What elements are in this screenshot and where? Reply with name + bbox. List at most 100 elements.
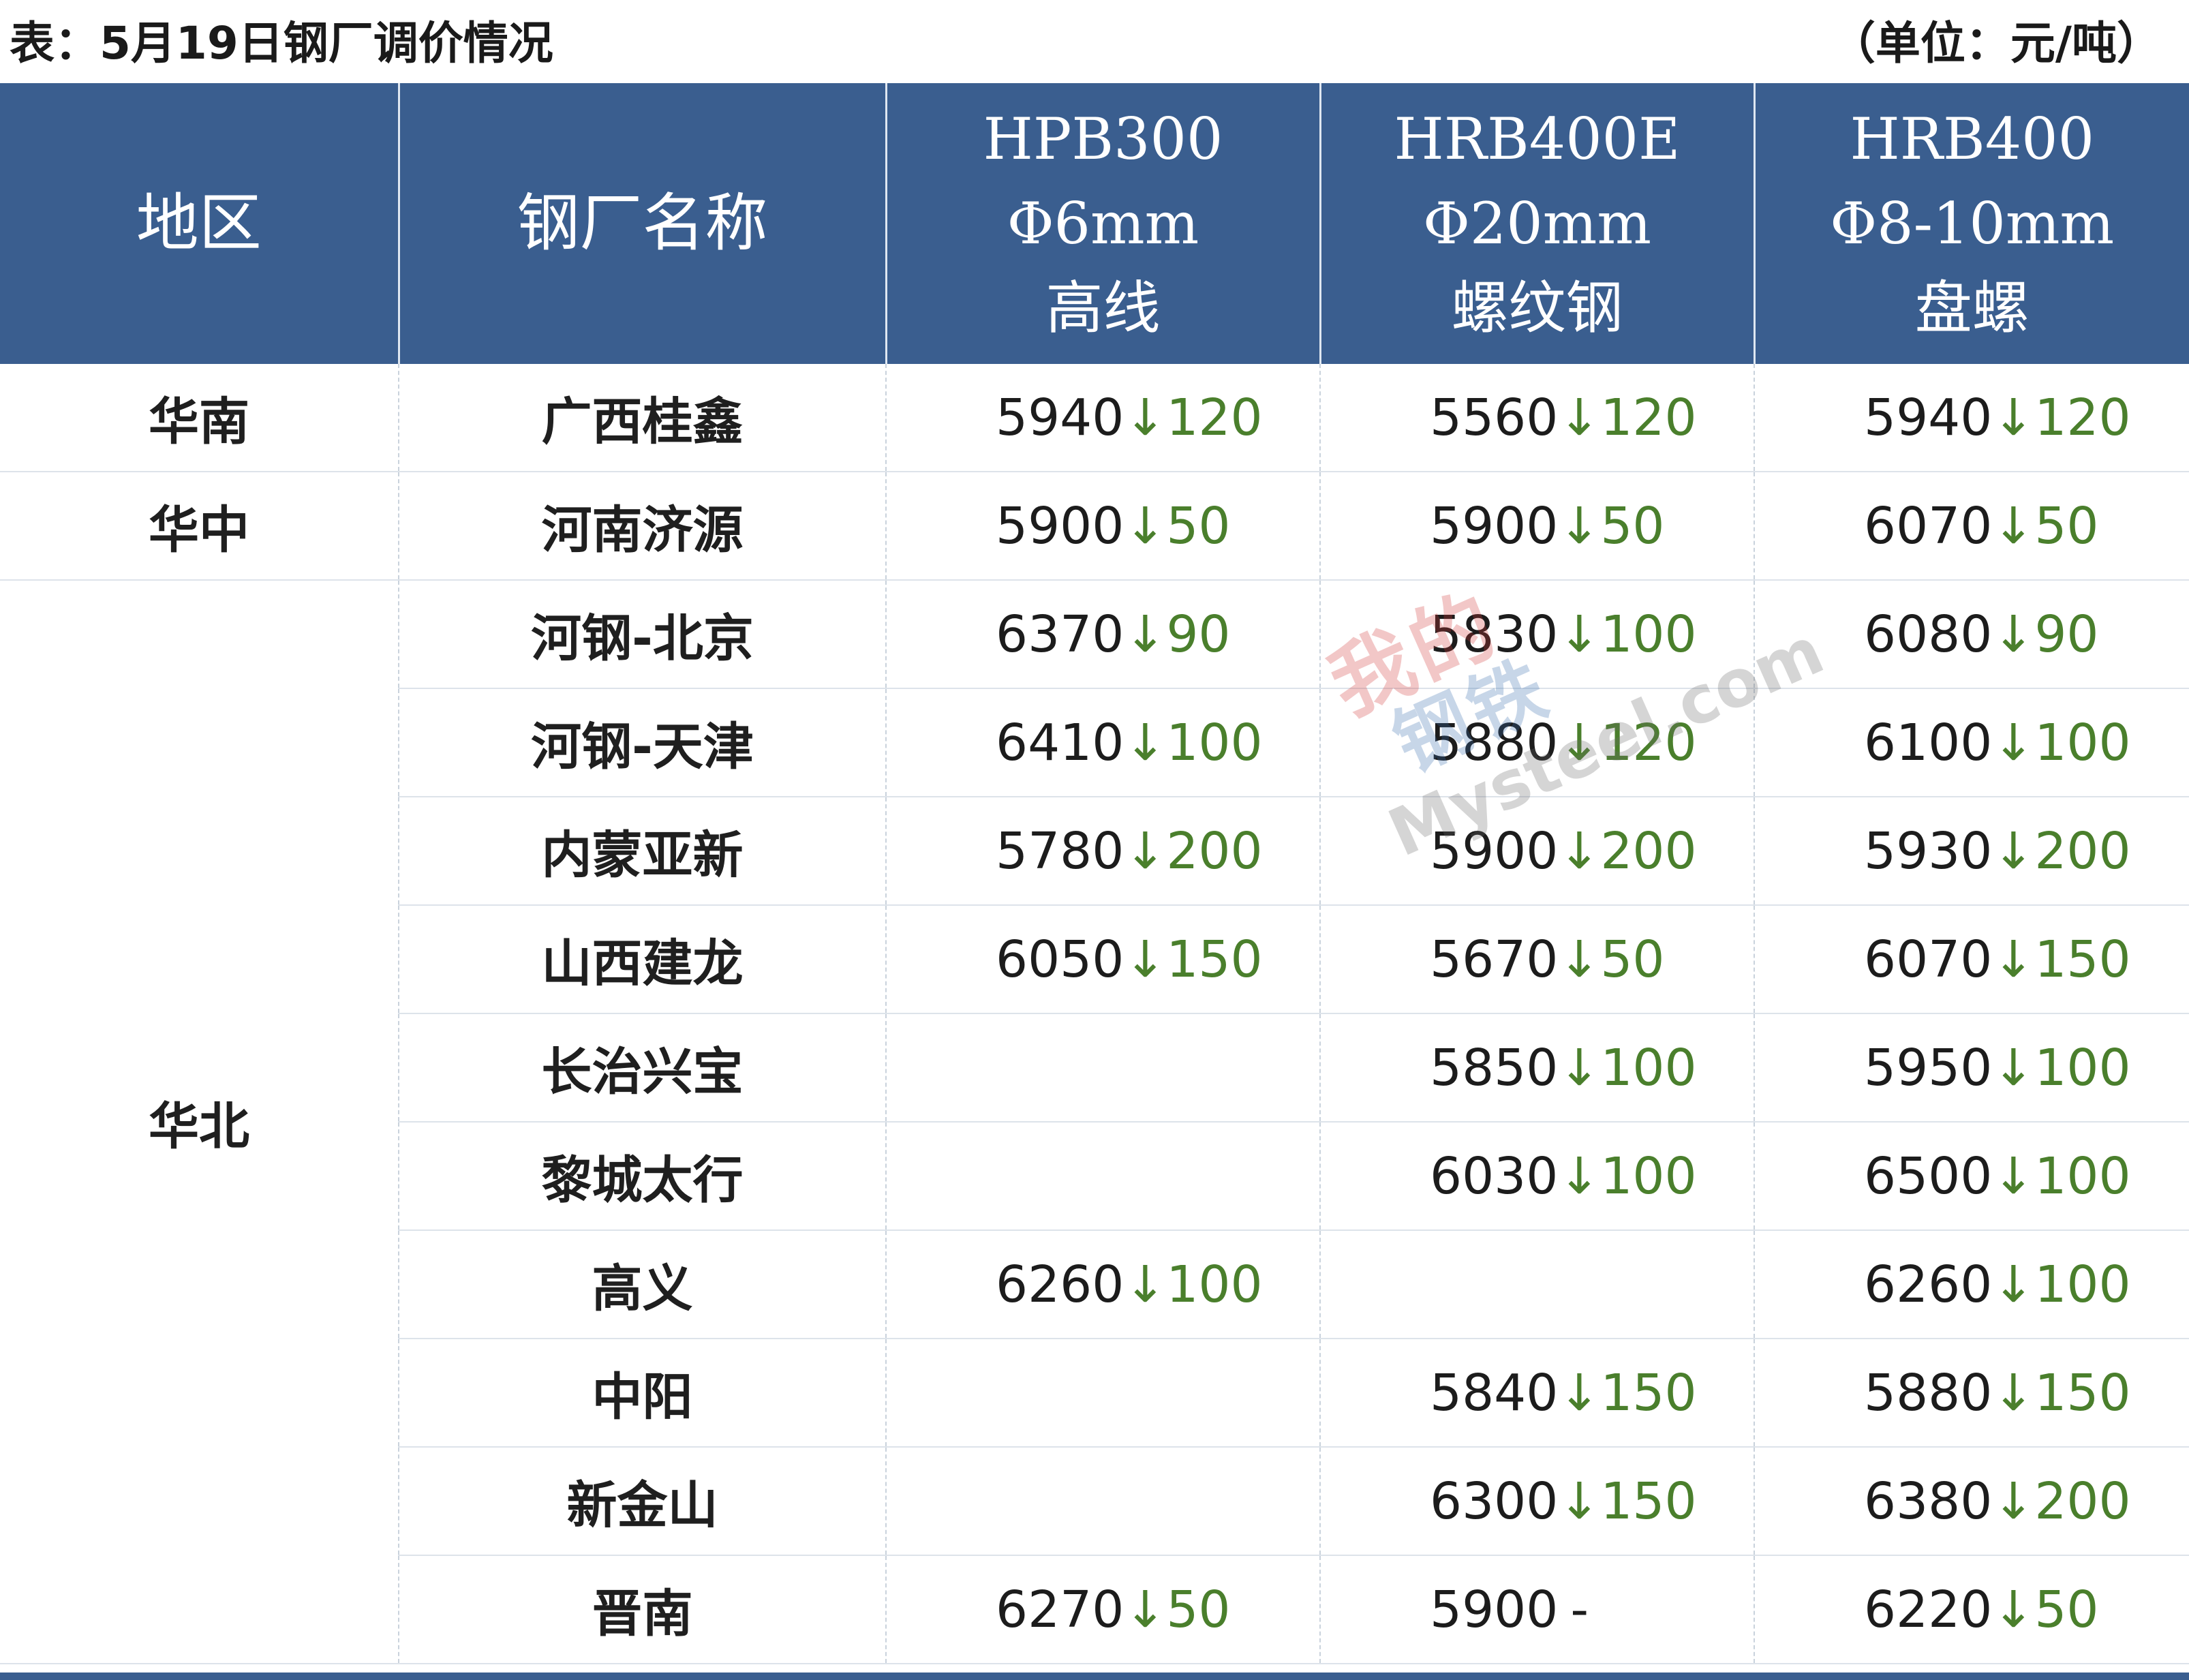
down-arrow-icon: ↓	[1992, 1255, 2035, 1314]
down-arrow-icon: ↓	[1992, 1038, 2035, 1097]
price-value: 5850	[1430, 1038, 1559, 1097]
price-change: 6260↓100	[1755, 1251, 2189, 1319]
price-change-amount: 150	[2034, 1363, 2131, 1422]
price-cell-p3: 6500↓100	[1754, 1122, 2189, 1231]
price-change-amount: 200	[2034, 821, 2131, 881]
header-spec: Φ20mm	[1422, 190, 1652, 257]
down-arrow-icon: ↓	[1992, 605, 2035, 664]
mill-name-cell: 新金山	[399, 1447, 887, 1556]
down-arrow-icon: ↓	[1124, 496, 1167, 555]
price-change-amount: 50	[1600, 930, 1665, 989]
price-cell-p3: 5940↓120	[1754, 364, 2189, 472]
price-change: 5880↓150	[1755, 1359, 2189, 1427]
price-value: 5900	[1430, 496, 1559, 555]
price-change-amount: 50	[2034, 1580, 2099, 1639]
price-change: 5670↓50	[1321, 926, 1754, 994]
price-cell-p2	[1320, 1230, 1755, 1339]
price-cell-p1: 6270↓50	[886, 1555, 1321, 1664]
price-change: 5940↓120	[1755, 384, 2189, 452]
price-change-amount: 200	[1600, 821, 1697, 881]
price-change-amount: 100	[1600, 1038, 1697, 1097]
price-change-amount: 100	[2034, 713, 2131, 772]
down-arrow-icon: ↓	[1124, 821, 1167, 881]
down-arrow-icon: ↓	[1992, 930, 2035, 989]
price-value: 6100	[1864, 713, 1993, 772]
price-change: 6270↓50	[887, 1576, 1319, 1644]
price-value: 5780	[996, 821, 1124, 881]
price-value: 6370	[996, 605, 1124, 664]
price-cell-p2: 5840↓150	[1320, 1339, 1755, 1448]
price-cell-p3: 6070↓150	[1754, 905, 2189, 1014]
down-arrow-icon: ↓	[1558, 605, 1601, 664]
price-value: 6270	[996, 1580, 1124, 1639]
price-value: 5900	[1430, 821, 1559, 881]
price-change: 6370↓90	[887, 600, 1319, 669]
down-arrow-icon: ↓	[1992, 713, 2035, 772]
price-cell-p3: 5930↓200	[1754, 797, 2189, 906]
price-change-amount: 150	[1166, 930, 1263, 989]
down-arrow-icon: ↓	[1124, 930, 1167, 989]
price-change-amount: 120	[2034, 388, 2131, 447]
price-cell-p1: 6370↓90	[886, 580, 1321, 689]
price-cell-p2: 6300↓150	[1320, 1447, 1755, 1556]
price-value: 5840	[1430, 1363, 1559, 1422]
down-arrow-icon: ↓	[1992, 1363, 2035, 1422]
region-cell: 华中	[0, 472, 399, 581]
mill-name-cell: 河南济源	[399, 472, 887, 581]
price-value: 5900	[996, 496, 1124, 555]
price-cell-p1: 6410↓100	[886, 688, 1321, 797]
price-cell-p1: 5900↓50	[886, 472, 1321, 581]
table-bottom-rule	[0, 1673, 2189, 1680]
price-value: 6070	[1864, 496, 1993, 555]
price-cell-p3: 6220↓50	[1754, 1555, 2189, 1664]
price-cell-p3: 5950↓100	[1754, 1013, 2189, 1122]
header-grade: HRB400	[1850, 106, 2095, 172]
price-change: 6300↓150	[1321, 1467, 1754, 1536]
mill-name-cell: 黎城太行	[399, 1122, 887, 1231]
price-change: 5950↓100	[1755, 1034, 2189, 1102]
price-change-amount: 100	[1166, 713, 1263, 772]
price-cell-p3: 6100↓100	[1754, 688, 2189, 797]
down-arrow-icon: ↓	[1558, 1038, 1601, 1097]
price-cell-p3: 6380↓200	[1754, 1447, 2189, 1556]
price-adjustment-table: 地区 钢厂名称 HPB300 Φ6mm 高线 HRB400E Φ20mm 螺纹钢…	[0, 83, 2189, 1664]
header-row: 地区 钢厂名称 HPB300 Φ6mm 高线 HRB400E Φ20mm 螺纹钢…	[0, 83, 2189, 364]
price-change-amount: 120	[1166, 388, 1263, 447]
price-cell-p1: 6260↓100	[886, 1230, 1321, 1339]
down-arrow-icon: ↓	[1992, 1580, 2035, 1639]
header-region: 地区	[0, 83, 400, 364]
price-change-amount: 120	[1600, 713, 1697, 772]
price-change: 6080↓90	[1755, 600, 2189, 669]
price-change: 5840↓150	[1321, 1359, 1754, 1427]
mill-name-cell: 内蒙亚新	[399, 797, 887, 906]
down-arrow-icon: ↓	[1124, 713, 1167, 772]
price-value: 5880	[1430, 713, 1559, 772]
down-arrow-icon: ↓	[1558, 496, 1601, 555]
down-arrow-icon: ↓	[1558, 1363, 1601, 1422]
price-change: 6380↓200	[1755, 1467, 2189, 1536]
down-arrow-icon: ↓	[1992, 388, 2035, 447]
price-change-amount: 200	[1166, 821, 1263, 881]
mill-name-cell: 广西桂鑫	[399, 364, 887, 472]
price-change: 5900↓50	[1321, 492, 1754, 560]
price-cell-p1	[886, 1122, 1321, 1231]
price-change-amount: 200	[2034, 1471, 2131, 1531]
table-row: 华中 河南济源 5900↓50 5900↓50 6070↓50	[0, 472, 2189, 581]
price-change-amount: 100	[1600, 1146, 1697, 1206]
price-value: 6220	[1864, 1580, 1993, 1639]
price-cell-p1	[886, 1339, 1321, 1448]
price-value: 5830	[1430, 605, 1559, 664]
price-change-amount: 100	[2034, 1146, 2131, 1206]
price-cell-p1: 5940↓120	[886, 364, 1321, 472]
price-value: 6260	[996, 1255, 1124, 1314]
price-value: 5940	[1864, 388, 1993, 447]
header-mill: 钢厂名称	[399, 83, 887, 364]
price-change: 6500↓100	[1755, 1142, 2189, 1210]
price-change-amount: 150	[2034, 930, 2131, 989]
price-change: 5880↓120	[1321, 709, 1754, 777]
price-cell-p2: 5670↓50	[1320, 905, 1755, 1014]
price-value: 5930	[1864, 821, 1993, 881]
header-type: 盘螺	[1914, 275, 2030, 341]
price-cell-p1	[886, 1447, 1321, 1556]
price-change-amount: 100	[1600, 605, 1697, 664]
